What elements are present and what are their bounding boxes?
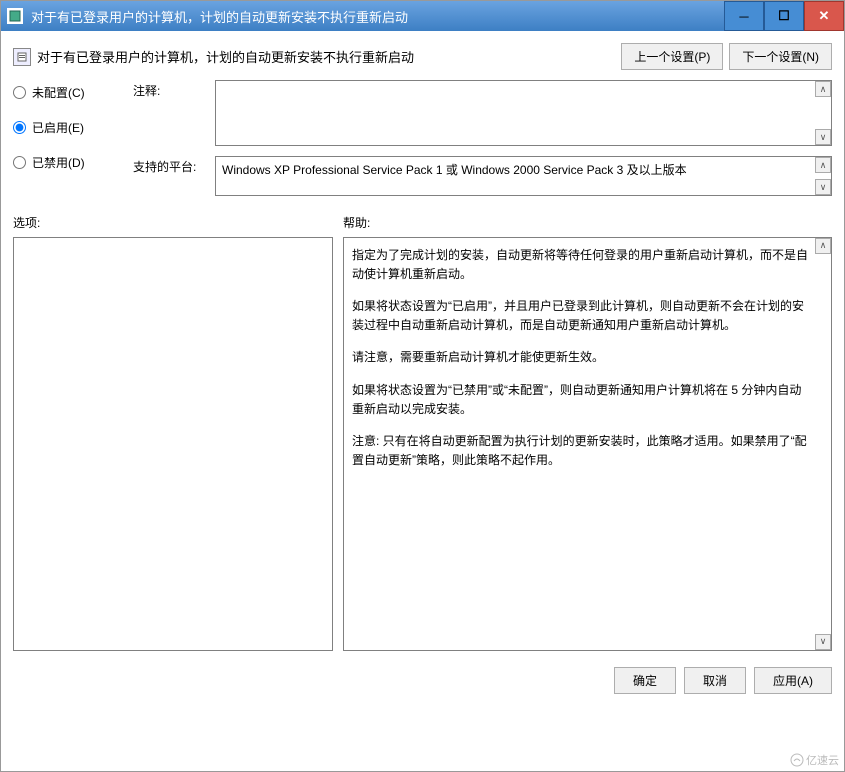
options-section-label: 选项:: [13, 214, 343, 231]
radio-not-configured-input[interactable]: [13, 86, 26, 99]
help-paragraph: 指定为了完成计划的安装，自动更新将等待任何登录的用户重新启动计算机，而不是自动使…: [352, 246, 811, 283]
notes-textarea[interactable]: ∧ ∨: [215, 80, 832, 146]
next-setting-button[interactable]: 下一个设置(N): [729, 43, 832, 70]
content-area: 对于有已登录用户的计算机，计划的自动更新安装不执行重新启动 上一个设置(P) 下…: [1, 31, 844, 657]
help-paragraph: 如果将状态设置为“已禁用”或“未配置”，则自动更新通知用户计算机将在 5 分钟内…: [352, 381, 811, 418]
prev-setting-button[interactable]: 上一个设置(P): [621, 43, 723, 70]
radio-not-configured[interactable]: 未配置(C): [13, 84, 133, 101]
help-paragraph: 请注意，需要重新启动计算机才能使更新生效。: [352, 348, 811, 367]
scroll-up-icon[interactable]: ∧: [815, 157, 831, 173]
maximize-button[interactable]: ☐: [764, 1, 804, 31]
platform-box: Windows XP Professional Service Pack 1 或…: [215, 156, 832, 196]
titlebar: 对于有已登录用户的计算机，计划的自动更新安装不执行重新启动 ─ ☐ ✕: [1, 1, 844, 31]
scroll-up-icon[interactable]: ∧: [815, 81, 831, 97]
help-scrollbar[interactable]: ∧ ∨: [815, 238, 831, 650]
scroll-down-icon[interactable]: ∨: [815, 634, 831, 650]
window-controls: ─ ☐ ✕: [724, 1, 844, 31]
radio-disabled-input[interactable]: [13, 156, 26, 169]
watermark: 亿速云: [790, 752, 839, 768]
policy-icon: [13, 48, 31, 66]
radio-disabled[interactable]: 已禁用(D): [13, 154, 133, 171]
notes-scrollbar[interactable]: ∧ ∨: [815, 81, 831, 145]
platform-scrollbar[interactable]: ∧ ∨: [815, 157, 831, 195]
minimize-button[interactable]: ─: [724, 1, 764, 31]
radio-enabled[interactable]: 已启用(E): [13, 119, 133, 136]
help-section-label: 帮助:: [343, 214, 370, 231]
scroll-down-icon[interactable]: ∨: [815, 129, 831, 145]
policy-header: 对于有已登录用户的计算机，计划的自动更新安装不执行重新启动 上一个设置(P) 下…: [13, 43, 832, 70]
dialog-footer: 确定 取消 应用(A): [1, 657, 844, 700]
help-paragraph: 如果将状态设置为“已启用”，并且用户已登录到此计算机，则自动更新不会在计划的安装…: [352, 297, 811, 334]
options-panel: [13, 237, 333, 651]
ok-button[interactable]: 确定: [614, 667, 676, 694]
platform-label: 支持的平台:: [133, 156, 215, 196]
radio-enabled-input[interactable]: [13, 121, 26, 134]
help-panel: 指定为了完成计划的安装，自动更新将等待任何登录的用户重新启动计算机，而不是自动使…: [343, 237, 832, 651]
notes-label: 注释:: [133, 80, 215, 146]
state-radio-group: 未配置(C) 已启用(E) 已禁用(D): [13, 80, 133, 196]
policy-title: 对于有已登录用户的计算机，计划的自动更新安装不执行重新启动: [37, 47, 615, 66]
window-title: 对于有已登录用户的计算机，计划的自动更新安装不执行重新启动: [31, 7, 724, 26]
cancel-button[interactable]: 取消: [684, 667, 746, 694]
scroll-up-icon[interactable]: ∧: [815, 238, 831, 254]
scroll-down-icon[interactable]: ∨: [815, 179, 831, 195]
app-icon: [7, 8, 23, 24]
apply-button[interactable]: 应用(A): [754, 667, 832, 694]
platform-value: Windows XP Professional Service Pack 1 或…: [222, 163, 687, 177]
close-button[interactable]: ✕: [804, 1, 844, 31]
help-paragraph: 注意: 只有在将自动更新配置为执行计划的更新安装时，此策略才适用。如果禁用了“配…: [352, 432, 811, 469]
